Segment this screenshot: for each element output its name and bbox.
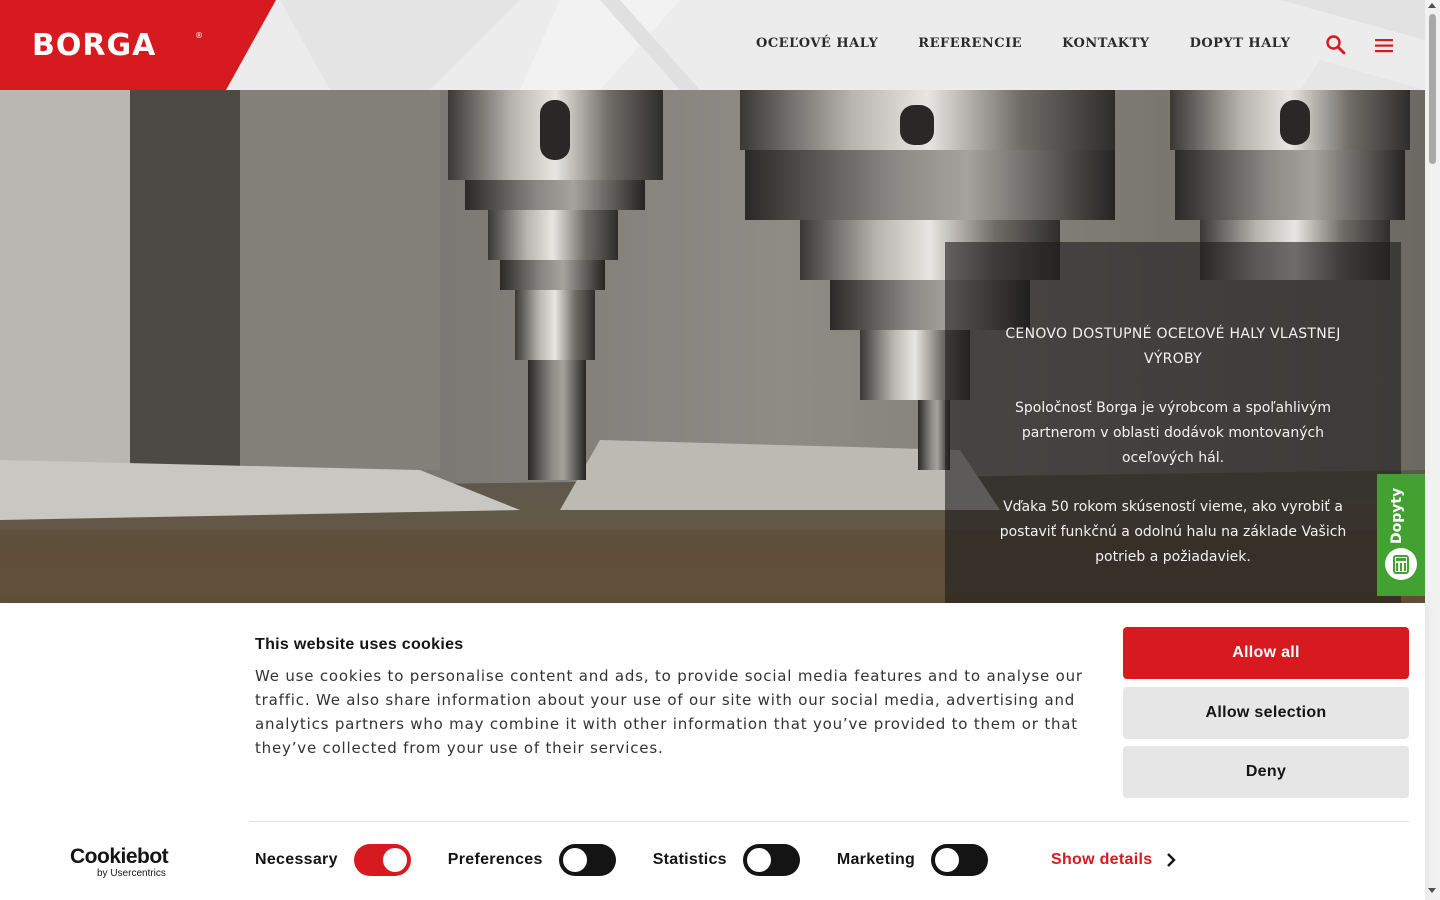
show-details-link[interactable]: Show details: [1051, 851, 1177, 869]
main-nav: OCEĽOVÉ HALY REFERENCIE KONTAKTY DOPYT H…: [756, 36, 1290, 51]
necessary-toggle[interactable]: [353, 844, 411, 876]
dopyty-side-tab[interactable]: Dopyty: [1377, 474, 1425, 596]
statistics-toggle[interactable]: [742, 844, 800, 876]
cookiebot-logo[interactable]: Cookiebot by Usercentrics: [70, 846, 190, 886]
nav-item-kontakty[interactable]: KONTAKTY: [1062, 36, 1149, 51]
hero-section: CENOVO DOSTUPNÉ OCEĽOVÉ HALY VLASTNEJ VÝ…: [0, 90, 1425, 603]
cookiebot-brand-text: Cookiebot: [70, 845, 169, 868]
hero-paragraph-2: Vďaka 50 rokom skúseností vieme, ako vyr…: [999, 499, 1347, 565]
hero-title: CENOVO DOSTUPNÉ OCEĽOVÉ HALY VLASTNEJ VÝ…: [1005, 326, 1341, 367]
toggle-label-statistics: Statistics: [652, 851, 727, 868]
cookie-banner-text: We use cookies to personalise content an…: [255, 667, 1083, 757]
logo[interactable]: BORGA ®: [0, 0, 280, 90]
cookiebot-sub-text: by Usercentrics: [97, 868, 166, 879]
preferences-toggle[interactable]: [558, 844, 616, 876]
hero-paragraph-1: Spoločnosť Borga je výrobcom a spoľahliv…: [1015, 400, 1331, 466]
chevron-right-icon: [1167, 853, 1177, 867]
marketing-toggle[interactable]: [931, 844, 989, 876]
hamburger-menu-icon[interactable]: [1372, 33, 1396, 57]
toggle-group-marketing: Marketing: [836, 844, 989, 876]
nav-item-ocelove-haly[interactable]: OCEĽOVÉ HALY: [756, 36, 878, 51]
scrollbar-thumb[interactable]: [1429, 14, 1436, 164]
cookie-category-toggles: Necessary Preferences Statistics Marketi…: [255, 844, 1025, 876]
toggle-knob: [746, 848, 771, 872]
deny-button[interactable]: Deny: [1123, 746, 1409, 798]
hero-info-box: CENOVO DOSTUPNÉ OCEĽOVÉ HALY VLASTNEJ VÝ…: [945, 242, 1401, 603]
toggle-group-preferences: Preferences: [448, 844, 616, 876]
cookie-consent-banner: This website uses cookies We use cookies…: [0, 603, 1425, 900]
calculator-icon: [1385, 548, 1417, 580]
toggle-group-statistics: Statistics: [653, 844, 800, 876]
show-details-label: Show details: [1051, 851, 1153, 868]
nav-item-dopyt-haly[interactable]: DOPYT HALY: [1190, 36, 1291, 51]
cookie-banner-divider: [249, 821, 1409, 822]
logo-registered-mark: ®: [195, 31, 203, 40]
logo-text: BORGA: [32, 28, 157, 63]
toggle-label-necessary: Necessary: [255, 851, 338, 868]
search-icon[interactable]: [1324, 33, 1348, 57]
allow-selection-button[interactable]: Allow selection: [1123, 687, 1409, 739]
scroll-up-arrow-icon[interactable]: [1428, 3, 1436, 8]
dopyty-tab-label: Dopyty: [1389, 487, 1405, 544]
toggle-knob: [562, 848, 587, 872]
toggle-label-marketing: Marketing: [836, 851, 916, 868]
site-header: BORGA ® OCEĽOVÉ HALY REFERENCIE KONTAKTY…: [0, 0, 1425, 90]
toggle-label-preferences: Preferences: [447, 851, 543, 868]
page-scrollbar[interactable]: [1425, 0, 1440, 900]
toggle-knob: [382, 848, 407, 872]
allow-all-button[interactable]: Allow all: [1123, 627, 1409, 679]
toggle-group-necessary: Necessary: [255, 844, 411, 876]
nav-item-referencie[interactable]: REFERENCIE: [918, 36, 1022, 51]
cookie-banner-title: This website uses cookies: [255, 636, 464, 653]
toggle-knob: [935, 848, 960, 872]
scroll-down-arrow-icon[interactable]: [1428, 888, 1436, 893]
